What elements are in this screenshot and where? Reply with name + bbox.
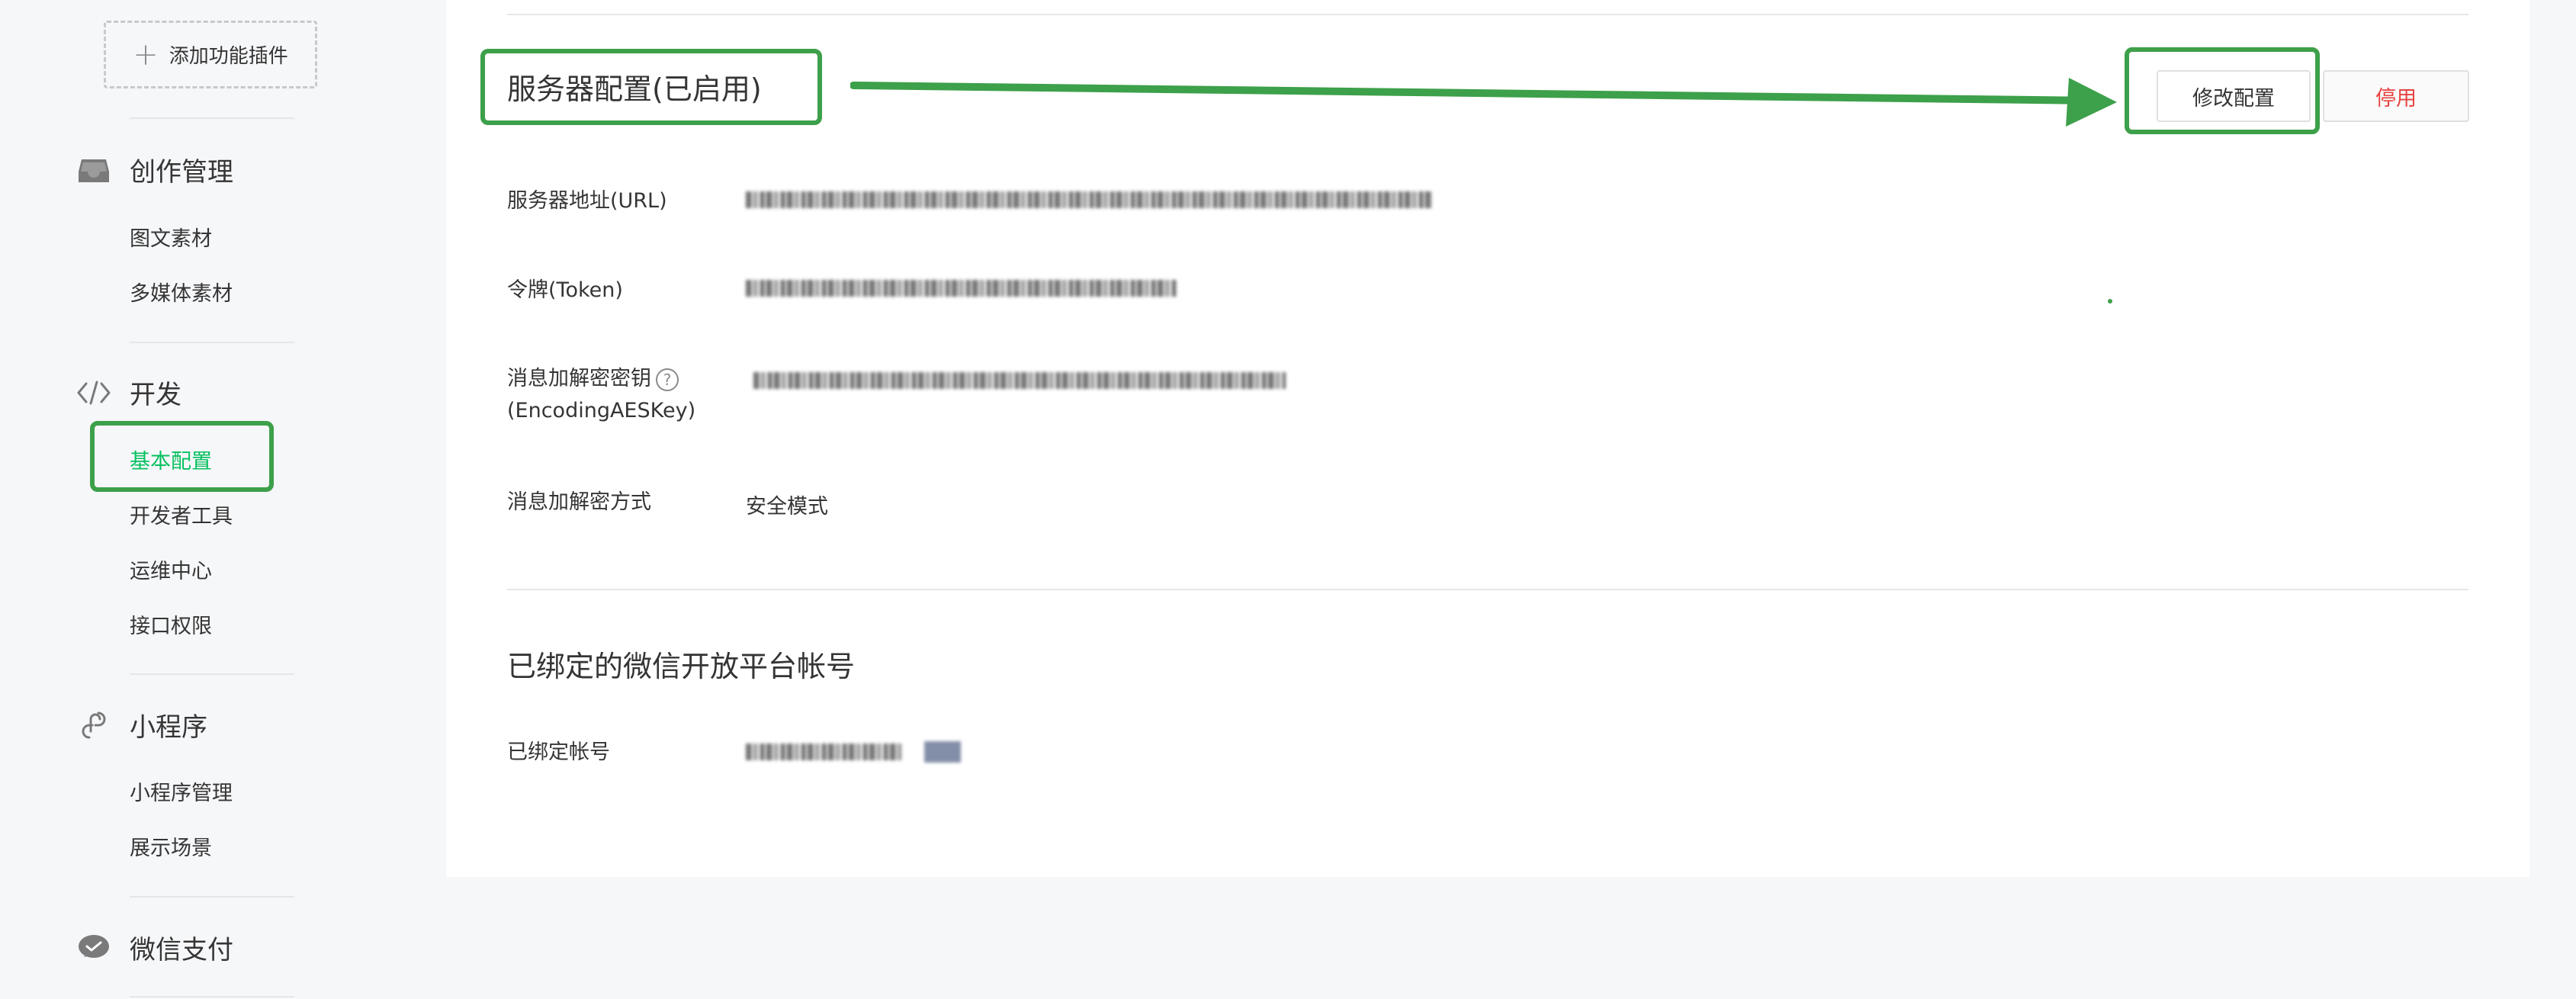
sidebar-item-dev-tools[interactable]: 开发者工具 <box>130 500 233 529</box>
wechat-pay-icon <box>76 930 111 965</box>
annotation-dot <box>2108 299 2112 304</box>
sidebar-category-label: 小程序 <box>130 712 207 743</box>
aes-key-label-line2: (EncodingAESKey) <box>507 399 696 422</box>
aes-key-label-line1: 消息加解密密钥 <box>507 367 651 390</box>
sidebar-item-display-scenes[interactable]: 展示场景 <box>130 831 212 861</box>
sidebar-category-wechat-pay[interactable]: 微信支付 <box>76 929 233 966</box>
sidebar-category-creation[interactable]: 创作管理 <box>76 151 233 188</box>
add-plugin-label: 添加功能插件 <box>169 45 288 68</box>
sidebar-item-miniprogram-manage[interactable]: 小程序管理 <box>130 776 233 806</box>
disable-button[interactable]: 停用 <box>2323 70 2469 122</box>
bound-account-avatar <box>924 741 961 763</box>
code-icon <box>76 375 111 410</box>
sidebar-category-miniprogram[interactable]: 小程序 <box>76 706 207 744</box>
section-divider <box>507 589 2468 590</box>
server-url-label: 服务器地址(URL) <box>507 189 667 213</box>
link-icon <box>76 708 111 743</box>
bound-account-label: 已绑定帐号 <box>507 740 610 764</box>
open-platform-title: 已绑定的微信开放平台帐号 <box>507 650 856 683</box>
sidebar-divider <box>130 996 294 997</box>
sidebar-category-label: 开发 <box>130 380 181 410</box>
encryption-mode-label: 消息加解密方式 <box>507 490 651 514</box>
sidebar-divider <box>130 896 294 898</box>
server-url-value-obscured <box>746 191 1432 208</box>
sidebar-item-media[interactable]: 多媒体素材 <box>130 277 233 307</box>
sidebar-category-label: 创作管理 <box>130 157 233 188</box>
encryption-mode-value: 安全模式 <box>746 495 828 519</box>
sidebar-item-articles[interactable]: 图文素材 <box>130 222 212 252</box>
token-value-obscured <box>746 280 1177 297</box>
sidebar-divider <box>130 117 294 119</box>
sidebar: + 添加功能插件 创作管理 图文素材 多媒体素材 开发 基本配置 开发者工具 运… <box>0 0 446 999</box>
sidebar-item-api-permissions[interactable]: 接口权限 <box>130 609 212 639</box>
sidebar-divider <box>130 342 294 343</box>
sidebar-item-ops-center[interactable]: 运维中心 <box>130 554 212 584</box>
inbox-icon <box>76 153 111 188</box>
sidebar-divider <box>130 673 294 675</box>
aes-key-value-obscured <box>753 372 1286 389</box>
plus-icon: + <box>133 37 159 72</box>
question-circle-icon[interactable]: ? <box>656 368 679 391</box>
add-plugin-button[interactable]: + 添加功能插件 <box>104 21 317 88</box>
aes-key-label: 消息加解密密钥? (EncodingAESKey) <box>507 363 695 427</box>
annotation-arrow <box>850 78 2117 127</box>
section-divider <box>507 14 2468 15</box>
annotation-highlight-title <box>480 49 822 125</box>
token-label: 令牌(Token) <box>507 278 623 302</box>
sidebar-category-label: 微信支付 <box>130 935 233 965</box>
annotation-highlight-modify-button <box>2125 47 2320 134</box>
sidebar-category-develop[interactable]: 开发 <box>76 374 181 411</box>
bound-account-value-obscured <box>746 744 902 760</box>
annotation-highlight-basic-config <box>90 421 274 492</box>
